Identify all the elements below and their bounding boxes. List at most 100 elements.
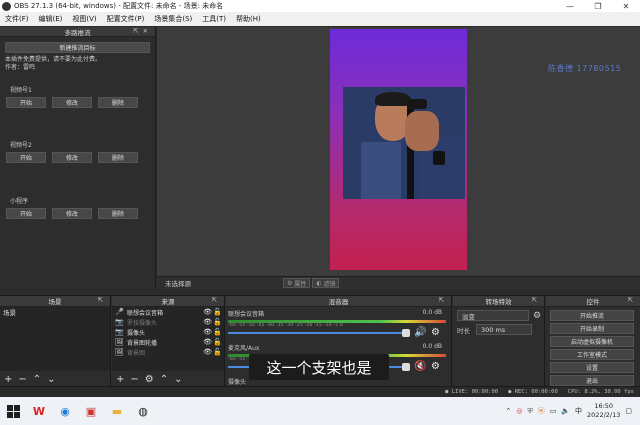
lock-icon[interactable]: 🔓 <box>213 318 222 326</box>
maximize-button[interactable]: ❐ <box>584 2 612 11</box>
start-virtual-camera-button[interactable]: 启动虚拟摄像机 <box>550 336 634 347</box>
start-button[interactable]: 开始 <box>6 208 46 219</box>
filters-button[interactable]: ◐ 滤镜 <box>312 278 340 288</box>
properties-button[interactable]: ⚙ 属性 <box>283 278 311 288</box>
menu-help[interactable]: 帮助(H) <box>231 14 266 24</box>
source-toolbar: 未选择源 ⚙ 属性 ◐ 滤镜 <box>157 276 640 289</box>
speaker-icon[interactable]: 🔊 <box>414 327 426 338</box>
source-list[interactable]: 🎤 联想会议音箱 👁 🔓 📷 罗技摄像头 👁 🔓 📷 摄像头 👁 🔓 🖼 背景图… <box>112 307 224 371</box>
source-label: 背景图轮播 <box>127 339 158 347</box>
office-icon[interactable]: ▣ <box>78 398 104 424</box>
start-button[interactable]: 开始 <box>6 97 46 108</box>
multistream-title: 多路推流 <box>64 28 91 37</box>
duration-input[interactable]: 300 ms <box>476 324 532 335</box>
add-icon[interactable]: + <box>116 374 124 385</box>
delete-button[interactable]: 删除 <box>98 97 138 108</box>
close-button[interactable]: ✕ <box>612 2 640 11</box>
source-item[interactable]: 🖼 背景图轮播 👁 🔓 <box>112 337 224 347</box>
channel-db: 0.0 dB <box>422 343 442 350</box>
fader-knob[interactable] <box>402 329 410 337</box>
source-item[interactable]: 🖼 背景图 👁 🔓 <box>112 347 224 357</box>
scene-list[interactable]: 场景 <box>0 307 110 371</box>
watch-shape <box>433 151 445 165</box>
dock-float-icon[interactable]: ⇱ <box>439 296 448 304</box>
studio-mode-button[interactable]: 工作室模式 <box>550 349 634 360</box>
mixer-title: 混音器 <box>328 298 349 306</box>
transitions-title: 转场特效 <box>485 298 512 306</box>
speaker-muted-icon[interactable]: 🔇 <box>414 361 426 372</box>
menu-profile[interactable]: 配置文件(P) <box>102 14 150 24</box>
exit-button[interactable]: 退出 <box>550 375 634 386</box>
menu-scene-collection[interactable]: 场景集合(S) <box>149 14 197 24</box>
menu-file[interactable]: 文件(F) <box>0 14 34 24</box>
start-button[interactable] <box>0 398 26 424</box>
source-label: 背景图 <box>127 349 146 357</box>
eye-hidden-icon[interactable]: 👁 <box>203 348 212 356</box>
ime-icon[interactable]: 中 <box>575 406 582 416</box>
menu-tools[interactable]: 工具(T) <box>197 14 231 24</box>
minimize-button[interactable]: — <box>556 2 584 11</box>
lock-icon[interactable]: 🔓 <box>213 308 222 316</box>
edit-button[interactable]: 修改 <box>52 97 92 108</box>
lock-icon[interactable]: 🔓 <box>213 328 222 336</box>
menu-edit[interactable]: 编辑(E) <box>34 14 68 24</box>
gear-icon[interactable]: ⚙ <box>431 361 440 372</box>
notification-icon[interactable]: ▢ <box>625 407 632 415</box>
obs-taskbar-icon[interactable]: ◍ <box>130 398 156 424</box>
start-streaming-button[interactable]: 开始推流 <box>550 310 634 321</box>
edit-button[interactable]: 修改 <box>52 208 92 219</box>
weibo-icon[interactable]: ⓦ <box>538 406 545 416</box>
live-timer: LIVE: 00:00:00 <box>451 389 499 395</box>
shield-icon[interactable]: ⛨ <box>527 407 532 416</box>
chevron-up-icon[interactable]: ⌃ <box>505 407 511 415</box>
transition-select[interactable]: 淡变 <box>457 310 529 321</box>
gear-icon[interactable]: ⚙ <box>533 311 541 321</box>
eye-icon[interactable]: 👁 <box>203 328 212 336</box>
dock-float-icon[interactable]: ⇱ <box>98 296 107 304</box>
network-icon[interactable]: ▭ <box>550 407 557 415</box>
edit-button[interactable]: 修改 <box>52 152 92 163</box>
edge-icon[interactable]: ◉ <box>52 398 78 424</box>
new-stream-target-button[interactable]: 新建推流目标 <box>5 42 150 53</box>
scene-item[interactable]: 场景 <box>0 307 110 317</box>
dock-float-close-icons[interactable]: ⇱✕ <box>133 27 152 35</box>
file-explorer-icon[interactable]: ▬ <box>104 398 130 424</box>
chevron-up-icon[interactable]: ⌃ <box>33 374 41 385</box>
dock-float-icon[interactable]: ⇱ <box>212 296 221 304</box>
gear-icon[interactable]: ⚙ <box>431 327 440 338</box>
chevron-down-icon[interactable]: ⌄ <box>174 374 182 385</box>
remove-icon[interactable]: − <box>18 374 26 385</box>
source-item[interactable]: 📷 罗技摄像头 👁 🔓 <box>112 317 224 327</box>
gear-icon[interactable]: ⚙ <box>145 374 154 385</box>
source-item[interactable]: 📷 摄像头 👁 🔓 <box>112 327 224 337</box>
delete-button[interactable]: 删除 <box>98 208 138 219</box>
remove-icon[interactable]: − <box>130 374 138 385</box>
eye-icon[interactable]: 👁 <box>203 338 212 346</box>
dock-float-icon[interactable]: ⇱ <box>628 296 637 304</box>
wps-icon[interactable]: W <box>26 398 52 424</box>
eye-hidden-icon[interactable]: 👁 <box>203 318 212 326</box>
record-tray-icon[interactable]: ◎ <box>516 407 522 415</box>
dock-float-icon[interactable]: ⇱ <box>532 296 541 304</box>
settings-button[interactable]: 设置 <box>550 362 634 373</box>
start-recording-button[interactable]: 开始录制 <box>550 323 634 334</box>
volume-icon[interactable]: 🔈 <box>561 407 570 415</box>
lock-icon[interactable]: 🔓 <box>213 338 222 346</box>
source-item[interactable]: 🎤 联想会议音箱 👁 🔓 <box>112 307 224 317</box>
menu-view[interactable]: 视图(V) <box>67 14 101 24</box>
fader-knob[interactable] <box>402 363 410 371</box>
delete-button[interactable]: 删除 <box>98 152 138 163</box>
eye-icon[interactable]: 👁 <box>203 308 212 316</box>
channel-db: 0.0 dB <box>422 309 442 316</box>
transitions-dock-title: 转场特效 ⇱ <box>453 296 544 307</box>
clock[interactable]: 16:50 2022/2/13 <box>587 402 620 420</box>
chevron-up-icon[interactable]: ⌃ <box>160 374 168 385</box>
volume-fader[interactable]: 🔊 ⚙ <box>228 327 446 338</box>
add-icon[interactable]: + <box>4 374 12 385</box>
fader-track[interactable] <box>228 332 406 334</box>
chevron-down-icon[interactable]: ⌄ <box>47 374 55 385</box>
preview-area[interactable]: 陈香德 17780515 未选择源 ⚙ 属性 ◐ 滤镜 <box>157 27 640 289</box>
program-canvas[interactable] <box>330 29 467 270</box>
lock-icon[interactable]: 🔓 <box>213 348 222 356</box>
start-button[interactable]: 开始 <box>6 152 46 163</box>
